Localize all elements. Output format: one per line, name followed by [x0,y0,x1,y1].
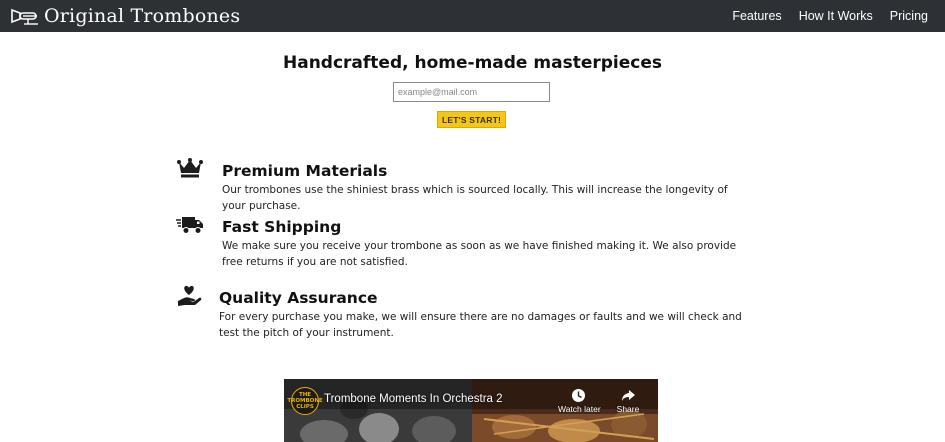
clock-icon [571,389,585,402]
watch-later-button[interactable]: Watch later [558,388,601,414]
nav-link-how-it-works[interactable]: How It Works [799,9,873,23]
video-thumbnail [284,379,658,442]
email-input[interactable] [393,82,550,102]
truck-icon [176,214,204,241]
brand-logo[interactable]: Original Trombones [10,3,240,29]
video-title[interactable]: Trombone Moments In Orchestra 2 [324,393,503,405]
trombone-logo-icon [10,4,40,28]
video-embed[interactable]: THE TROMBONE CLIPS Trombone Moments In O… [284,379,658,442]
hero-title: Handcrafted, home-made masterpieces [283,53,662,73]
feature-title: Quality Assurance [219,289,378,307]
share-button[interactable]: Share [608,388,648,414]
nav-link-features[interactable]: Features [732,9,781,23]
feature-title: Fast Shipping [222,218,342,236]
share-icon [621,390,635,401]
site-header: Original Trombones Features How It Works… [0,0,945,32]
crown-icon [177,157,203,184]
lets-start-button[interactable]: LET'S START! [437,111,506,128]
feature-title: Premium Materials [222,162,388,180]
channel-avatar[interactable]: THE TROMBONE CLIPS [287,387,323,415]
feature-text: We make sure you receive your trombone a… [222,240,737,268]
feature-text: Our trombones use the shiniest brass whi… [222,184,728,212]
brand-name: Original Trombones [44,5,241,27]
feature-text: For every purchase you make, we will ens… [219,311,742,339]
hand-heart-icon [177,284,203,313]
main-nav: Features How It Works Pricing [732,0,945,32]
nav-link-pricing[interactable]: Pricing [890,9,928,23]
